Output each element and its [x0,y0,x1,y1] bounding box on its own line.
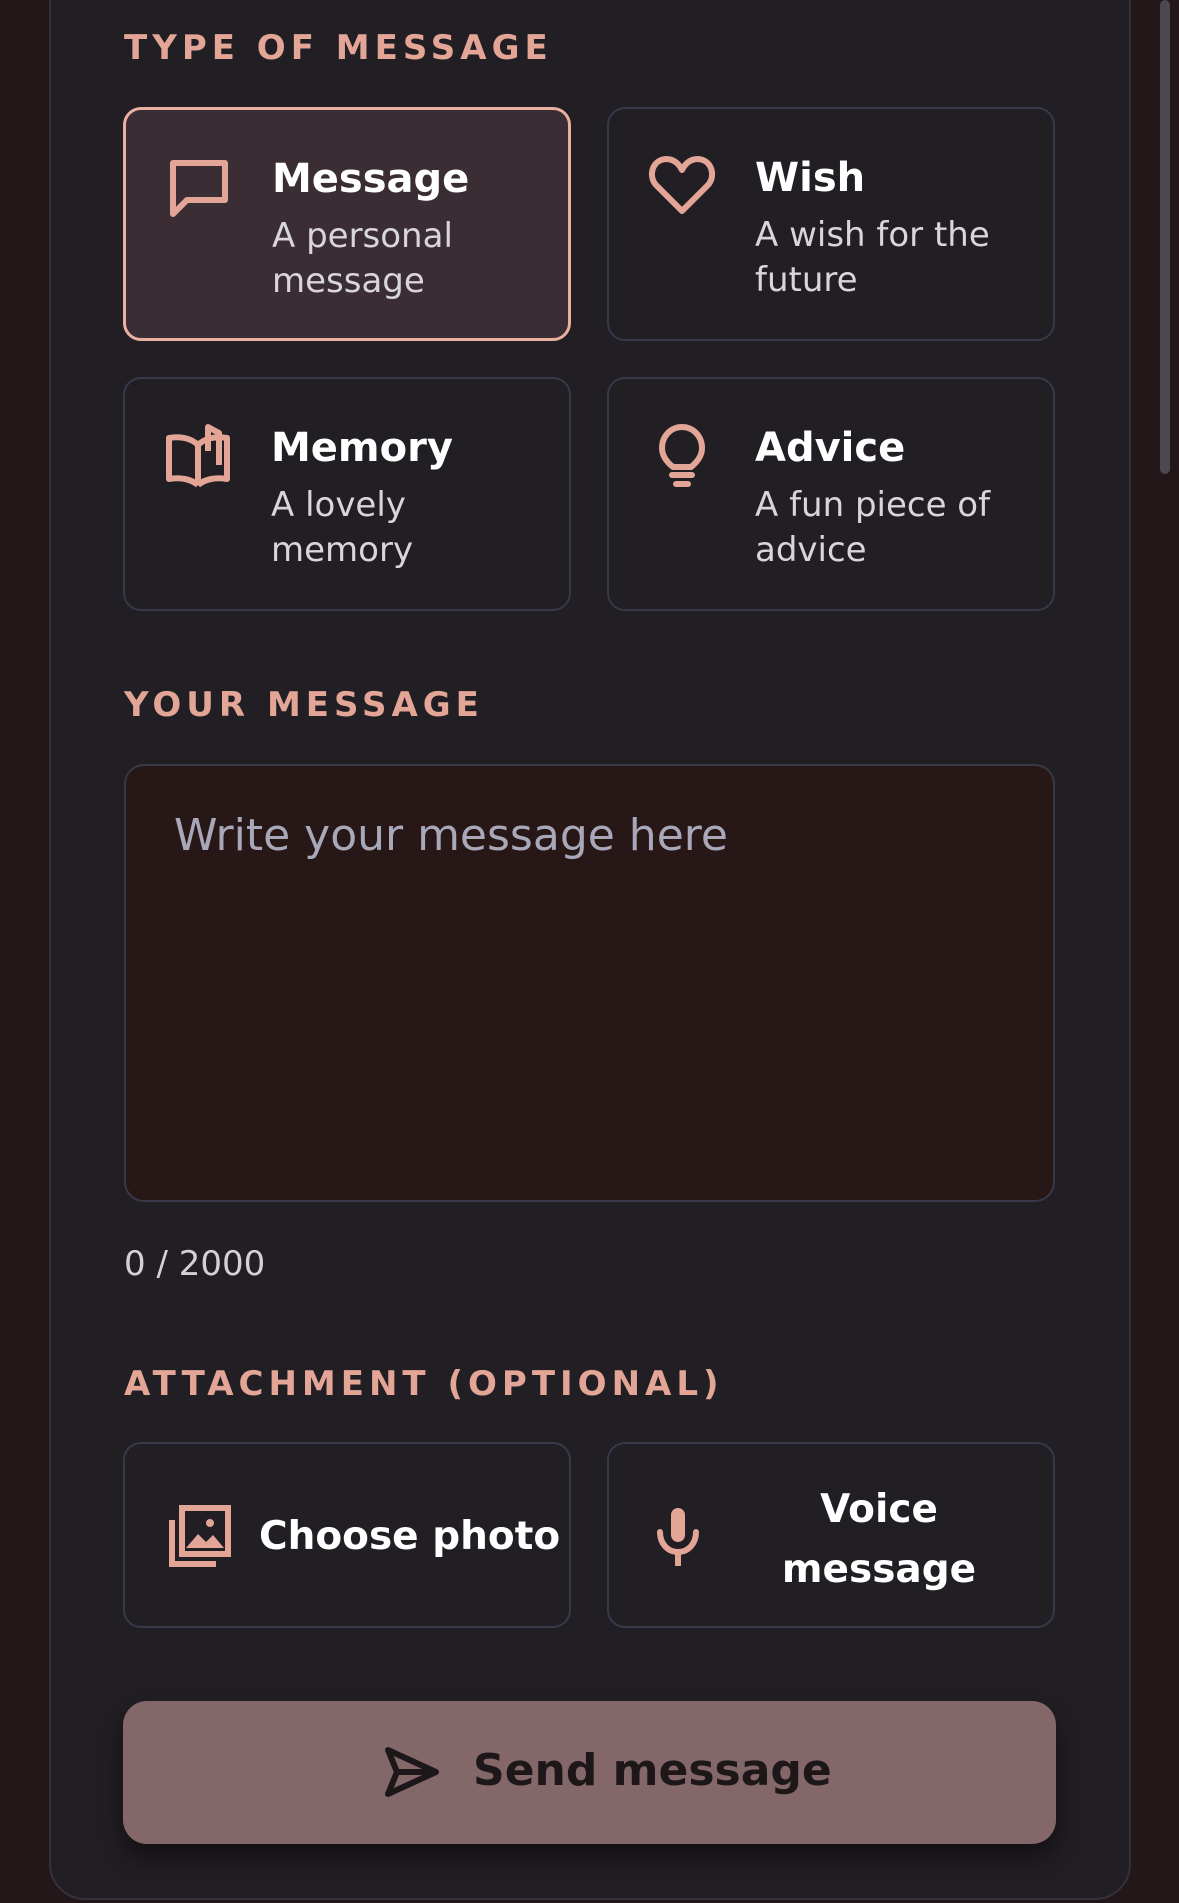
send-icon [383,1745,441,1799]
type-option-memory[interactable]: Memory A lovely memory [123,377,571,611]
type-option-advice[interactable]: Advice A fun piece of advice [607,377,1055,611]
voice-message-button[interactable]: Voice message [607,1442,1055,1628]
type-option-message[interactable]: Message A personal message [123,107,571,341]
type-option-description: A fun piece of advice [755,485,991,570]
type-option-description: A lovely memory [271,485,414,570]
type-option-wish[interactable]: Wish A wish for the future [607,107,1055,341]
voice-message-label: Voice message [781,1487,977,1592]
photo-gallery-icon [165,1502,235,1572]
attachment-section-label: ATTACHMENT (OPTIONAL) [124,1364,724,1404]
message-textarea-container [124,764,1055,1202]
type-option-title: Message [272,156,470,202]
heart-icon [647,151,717,221]
microphone-icon [643,1502,713,1572]
chat-bubble-icon [164,152,234,222]
scrollbar[interactable] [1160,0,1170,474]
type-section-label: TYPE OF MESSAGE [124,28,553,68]
character-counter: 0 / 2000 [124,1244,266,1284]
book-open-icon [163,421,233,491]
type-option-title: Memory [271,425,453,471]
type-option-title: Advice [755,425,906,471]
choose-photo-label: Choose photo [259,1514,561,1559]
lightbulb-icon [647,421,717,491]
message-section-label: YOUR MESSAGE [124,685,484,725]
type-option-description: A personal message [272,216,453,301]
type-option-title: Wish [755,155,866,201]
send-message-button[interactable]: Send message [123,1701,1056,1844]
choose-photo-button[interactable]: Choose photo [123,1442,571,1628]
send-message-label: Send message [473,1745,832,1796]
type-option-description: A wish for the future [755,215,990,300]
message-textarea[interactable] [126,766,1053,1200]
